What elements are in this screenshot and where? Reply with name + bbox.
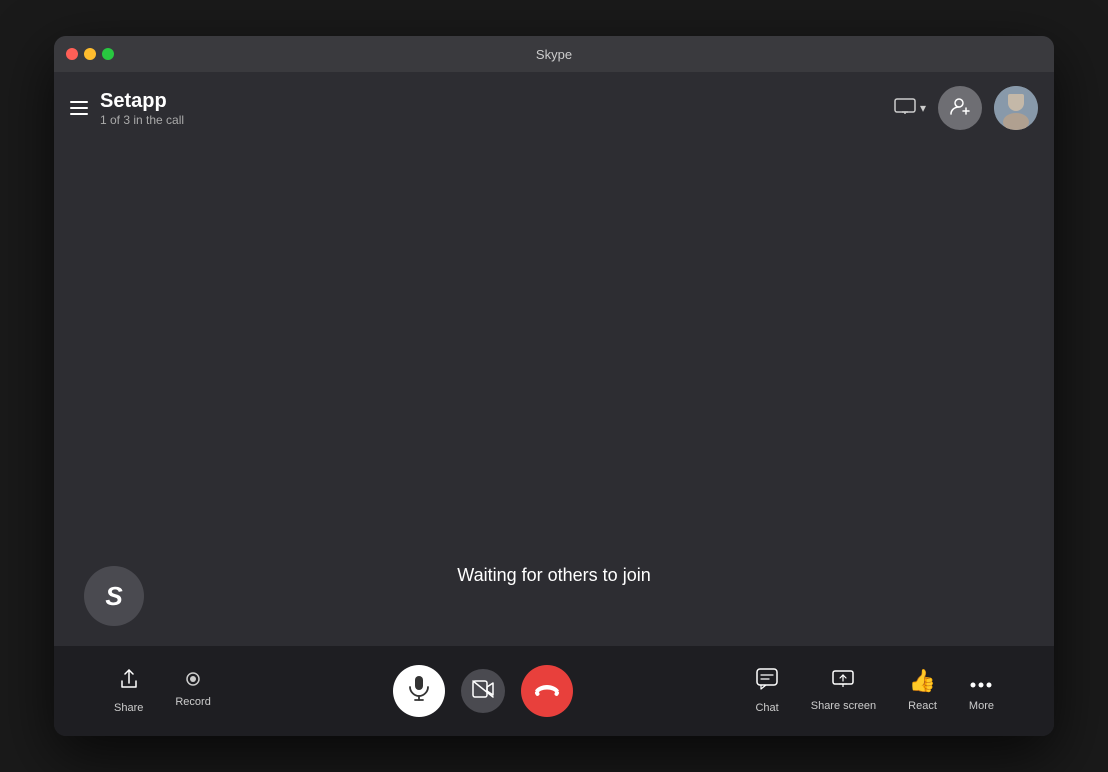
mic-button[interactable] bbox=[393, 665, 445, 717]
toolbar-center bbox=[393, 665, 573, 717]
call-subtitle: 1 of 3 in the call bbox=[100, 113, 184, 127]
avatar-face bbox=[994, 86, 1038, 130]
minimize-button[interactable] bbox=[84, 48, 96, 60]
traffic-lights bbox=[66, 48, 114, 60]
react-icon: 👍 bbox=[909, 668, 936, 694]
toolbar-left: Share Record bbox=[114, 668, 211, 714]
react-button[interactable]: 👍 React bbox=[908, 668, 937, 714]
add-person-icon bbox=[949, 95, 971, 122]
record-icon bbox=[182, 668, 204, 690]
share-screen-label: Share screen bbox=[811, 700, 876, 712]
chevron-down-icon: ▾ bbox=[920, 101, 926, 115]
add-person-button[interactable] bbox=[938, 86, 982, 130]
chat-button[interactable]: Chat bbox=[755, 668, 778, 714]
end-call-icon bbox=[534, 680, 560, 703]
video-area: S Waiting for others to join bbox=[54, 144, 1054, 646]
record-label: Record bbox=[175, 696, 210, 708]
user-avatar[interactable] bbox=[994, 86, 1038, 130]
header-left: Setapp 1 of 3 in the call bbox=[70, 90, 184, 127]
window-title: Skype bbox=[536, 47, 572, 62]
share-label: Share bbox=[114, 702, 143, 714]
skype-window: Skype Setapp 1 of 3 in the call bbox=[54, 36, 1054, 736]
video-off-icon bbox=[472, 680, 494, 703]
react-label: React bbox=[908, 700, 937, 712]
waiting-text: Waiting for others to join bbox=[457, 565, 650, 586]
end-call-button[interactable] bbox=[521, 665, 573, 717]
title-bar: Skype bbox=[54, 36, 1054, 72]
screen-view-button[interactable]: ▾ bbox=[894, 98, 926, 119]
toolbar-right: Chat Share screen 👍 React bbox=[755, 668, 994, 714]
share-screen-icon bbox=[832, 668, 854, 694]
screen-view-icon bbox=[894, 98, 916, 119]
video-toggle-button[interactable] bbox=[461, 669, 505, 713]
hamburger-line-1 bbox=[70, 101, 88, 103]
share-icon bbox=[118, 668, 140, 696]
chat-label: Chat bbox=[755, 702, 778, 714]
share-button[interactable]: Share bbox=[114, 668, 143, 714]
chat-icon bbox=[756, 668, 778, 696]
skype-letter: S bbox=[105, 581, 122, 612]
maximize-button[interactable] bbox=[102, 48, 114, 60]
mic-icon bbox=[408, 675, 430, 707]
call-title: Setapp bbox=[100, 90, 184, 113]
more-button[interactable]: More bbox=[969, 668, 994, 714]
self-avatar: S bbox=[84, 566, 144, 626]
hamburger-line-2 bbox=[70, 107, 88, 109]
toolbar: Share Record bbox=[54, 646, 1054, 736]
call-area: Setapp 1 of 3 in the call ▾ bbox=[54, 72, 1054, 646]
call-header: Setapp 1 of 3 in the call ▾ bbox=[54, 72, 1054, 144]
share-screen-button[interactable]: Share screen bbox=[811, 668, 876, 714]
record-button[interactable]: Record bbox=[175, 668, 210, 714]
hamburger-menu-icon[interactable] bbox=[70, 101, 88, 115]
more-label: More bbox=[969, 700, 994, 712]
hamburger-line-3 bbox=[70, 113, 88, 115]
call-title-group: Setapp 1 of 3 in the call bbox=[100, 90, 184, 127]
header-right: ▾ bbox=[894, 86, 1038, 130]
more-icon bbox=[970, 668, 992, 694]
close-button[interactable] bbox=[66, 48, 78, 60]
